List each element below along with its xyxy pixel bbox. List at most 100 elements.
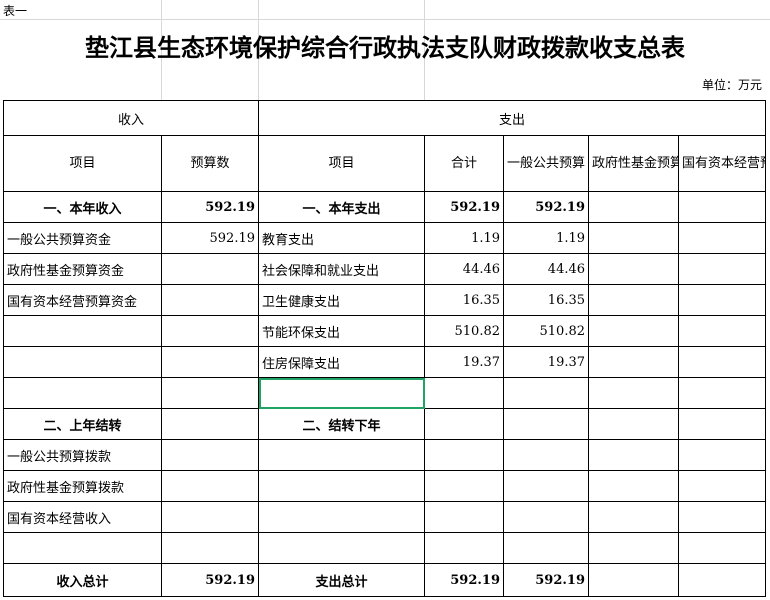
income-value-cell[interactable] [160, 284, 260, 316]
general-budget-cell[interactable] [503, 439, 590, 471]
expense-item-header[interactable]: 项目 [258, 135, 426, 192]
income-item-cell[interactable]: 国有资本经营预算资金 [3, 284, 162, 316]
fund-budget-header[interactable]: 政府性基金预算 [588, 135, 680, 192]
general-budget-cell[interactable]: 16.35 [503, 284, 590, 316]
income-total-value[interactable]: 592.19 [160, 563, 260, 597]
general-budget-cell[interactable] [503, 501, 590, 533]
income-value-cell[interactable] [160, 377, 260, 409]
income-item-cell[interactable]: 一、本年收入 [3, 191, 162, 223]
total-cell[interactable]: 510.82 [424, 315, 505, 347]
income-value-cell[interactable] [160, 439, 260, 471]
income-item-cell[interactable] [3, 315, 162, 347]
income-item-cell[interactable]: 一般公共预算拨款 [3, 439, 162, 471]
fund-budget-cell[interactable] [588, 501, 680, 533]
expense-item-cell[interactable]: 二、结转下年 [258, 408, 426, 440]
total-cell[interactable]: 592.19 [424, 191, 505, 223]
total-cell[interactable]: 44.46 [424, 253, 505, 285]
general-budget-cell[interactable]: 510.82 [503, 315, 590, 347]
state-capital-cell[interactable] [678, 501, 767, 533]
income-value-cell[interactable]: 592.19 [160, 191, 260, 223]
state-capital-cell[interactable] [678, 408, 767, 440]
income-header[interactable]: 收入 [2, 100, 260, 136]
state-capital-cell[interactable] [678, 470, 767, 502]
fund-budget-cell[interactable] [588, 532, 680, 564]
fund-budget-cell[interactable] [588, 191, 680, 223]
expense-item-cell[interactable] [258, 532, 426, 564]
general-budget-cell[interactable]: 592.19 [503, 191, 590, 223]
total-cell[interactable]: 1.19 [424, 222, 505, 254]
expense-item-cell[interactable]: 住房保障支出 [258, 346, 426, 378]
expense-total-value[interactable]: 592.19 [424, 563, 505, 597]
expense-total-label[interactable]: 支出总计 [258, 563, 426, 597]
state-capital-cell[interactable] [678, 284, 767, 316]
general-budget-cell[interactable]: 44.46 [503, 253, 590, 285]
fund-budget-cell[interactable] [588, 284, 680, 316]
expense-header[interactable]: 支出 [258, 100, 767, 136]
total-cell[interactable] [424, 377, 505, 409]
budget-header[interactable]: 预算数 [160, 135, 260, 192]
total-header[interactable]: 合计 [424, 135, 505, 192]
income-value-cell[interactable] [160, 346, 260, 378]
income-item-cell[interactable]: 政府性基金预算拨款 [3, 470, 162, 502]
income-item-cell[interactable] [3, 377, 162, 409]
income-value-cell[interactable] [160, 408, 260, 440]
income-item-cell[interactable] [3, 532, 162, 564]
expense-item-cell[interactable]: 卫生健康支出 [258, 284, 426, 316]
expense-item-cell[interactable]: 教育支出 [258, 222, 426, 254]
income-value-cell[interactable] [160, 253, 260, 285]
state-total-value[interactable] [678, 563, 767, 597]
general-total-value[interactable]: 592.19 [503, 563, 590, 597]
fund-budget-cell[interactable] [588, 253, 680, 285]
fund-budget-cell[interactable] [588, 377, 680, 409]
state-capital-cell[interactable] [678, 532, 767, 564]
income-item-header[interactable]: 项目 [3, 135, 162, 192]
state-capital-cell[interactable] [678, 315, 767, 347]
state-capital-cell[interactable] [678, 253, 767, 285]
total-cell[interactable]: 19.37 [424, 346, 505, 378]
fund-budget-cell[interactable] [588, 346, 680, 378]
income-value-cell[interactable] [160, 315, 260, 347]
general-budget-cell[interactable] [503, 470, 590, 502]
state-capital-cell[interactable] [678, 377, 767, 409]
income-item-cell[interactable]: 政府性基金预算资金 [3, 253, 162, 285]
income-item-cell[interactable]: 国有资本经营收入 [3, 501, 162, 533]
state-capital-cell[interactable] [678, 439, 767, 471]
total-cell[interactable]: 16.35 [424, 284, 505, 316]
total-cell[interactable] [424, 501, 505, 533]
general-budget-header[interactable]: 一般公共预算 [503, 135, 590, 192]
fund-budget-cell[interactable] [588, 315, 680, 347]
fund-budget-cell[interactable] [588, 439, 680, 471]
expense-item-cell[interactable]: 节能环保支出 [258, 315, 426, 347]
fund-total-value[interactable] [588, 563, 680, 597]
general-budget-cell[interactable] [503, 408, 590, 440]
total-cell[interactable] [424, 532, 505, 564]
income-item-cell[interactable] [3, 346, 162, 378]
expense-item-cell[interactable] [258, 501, 426, 533]
fund-budget-cell[interactable] [588, 408, 680, 440]
state-capital-cell[interactable] [678, 222, 767, 254]
income-value-cell[interactable] [160, 501, 260, 533]
expense-item-cell[interactable] [258, 377, 426, 409]
total-cell[interactable] [424, 439, 505, 471]
income-value-cell[interactable] [160, 470, 260, 502]
expense-item-cell[interactable]: 一、本年支出 [258, 191, 426, 223]
income-value-cell[interactable]: 592.19 [160, 222, 260, 254]
fund-budget-cell[interactable] [588, 222, 680, 254]
income-value-cell[interactable] [160, 532, 260, 564]
state-capital-header[interactable]: 国有资本经营预算 [678, 135, 767, 192]
expense-item-cell[interactable]: 社会保障和就业支出 [258, 253, 426, 285]
state-capital-cell[interactable] [678, 191, 767, 223]
state-capital-cell[interactable] [678, 346, 767, 378]
general-budget-cell[interactable]: 19.37 [503, 346, 590, 378]
expense-item-cell[interactable] [258, 439, 426, 471]
general-budget-cell[interactable]: 1.19 [503, 222, 590, 254]
total-cell[interactable] [424, 470, 505, 502]
income-item-cell[interactable]: 一般公共预算资金 [3, 222, 162, 254]
general-budget-cell[interactable] [503, 532, 590, 564]
general-budget-cell[interactable] [503, 377, 590, 409]
income-item-cell[interactable]: 二、上年结转 [3, 408, 162, 440]
total-cell[interactable] [424, 408, 505, 440]
income-total-label[interactable]: 收入总计 [3, 563, 162, 597]
expense-item-cell[interactable] [258, 470, 426, 502]
fund-budget-cell[interactable] [588, 470, 680, 502]
